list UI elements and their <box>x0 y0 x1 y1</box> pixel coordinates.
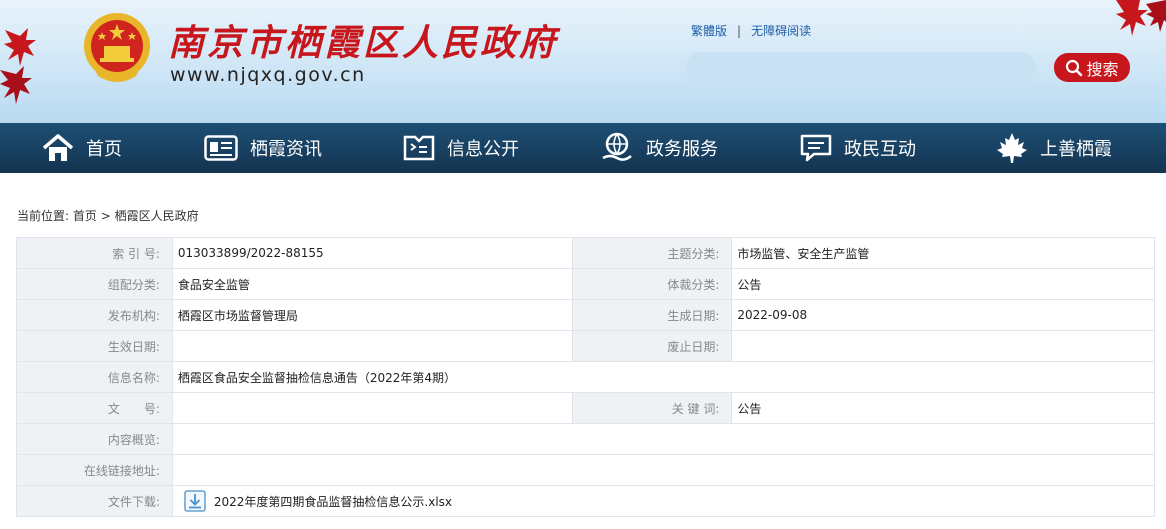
genre-label: 体裁分类: <box>571 268 733 300</box>
keyword-value: 公告 <box>731 392 1155 424</box>
expire-label: 废止日期: <box>571 330 733 362</box>
effective-value <box>171 330 573 362</box>
table-row: 信息名称: 栖霞区食品安全监督抽检信息通告（2022年第4期） <box>16 361 1156 393</box>
top-links: 繁體版 | 无障碍阅读 <box>691 22 811 39</box>
created-label: 生成日期: <box>571 299 733 331</box>
table-row: 发布机构: 栖霞区市场监督管理局 生成日期: 2022-09-08 <box>16 299 1155 331</box>
keyword-label: 关 键 词: <box>571 392 733 424</box>
nav-item-home[interactable]: 首页 <box>42 123 122 173</box>
home-icon <box>42 134 74 161</box>
metadata-table: 索 引 号: 013033899/2022-88155 主题分类: 市场监管、安… <box>16 237 1156 517</box>
table-row: 内容概览: <box>16 423 1156 455</box>
effective-label: 生效日期: <box>16 330 173 362</box>
publisher-value: 栖霞区市场监督管理局 <box>171 299 573 331</box>
national-emblem-icon <box>84 13 150 82</box>
nav-item-services[interactable]: 政务服务 <box>600 123 718 173</box>
nav-item-label: 首页 <box>86 139 122 160</box>
download-icon <box>184 490 206 512</box>
breadcrumb-home[interactable]: 首页 <box>73 209 97 223</box>
genre-value: 公告 <box>731 268 1155 300</box>
nav-item-label: 栖霞资讯 <box>250 139 322 160</box>
publisher-label: 发布机构: <box>16 299 173 331</box>
search-input[interactable] <box>686 52 1036 82</box>
nav-item-interaction[interactable]: 政民互动 <box>800 123 916 173</box>
search-button[interactable]: 搜索 <box>1054 53 1130 82</box>
summary-label: 内容概览: <box>16 423 173 455</box>
nav-item-label: 政务服务 <box>646 139 718 160</box>
nav-item-shangshan[interactable]: 上善栖霞 <box>996 123 1112 173</box>
table-row: 组配分类: 食品安全监管 体裁分类: 公告 <box>16 268 1155 300</box>
download-cell: 2022年度第四期食品监督抽检信息公示.xlsx <box>171 485 1156 517</box>
breadcrumb: 当前位置: 首页 > 栖霞区人民政府 <box>17 207 199 224</box>
expire-value <box>731 330 1155 362</box>
nav-item-label: 政民互动 <box>844 139 916 160</box>
topic-value: 市场监管、安全生产监管 <box>731 237 1155 269</box>
table-row: 文件下载: 2022年度第四期食品监督抽检信息公示.xlsx <box>16 485 1156 517</box>
online-link-value <box>171 454 1156 486</box>
search-icon <box>1066 59 1083 76</box>
nav-item-disclosure[interactable]: 信息公开 <box>403 123 519 173</box>
index-value: 013033899/2022-88155 <box>171 237 573 269</box>
org-value: 食品安全监管 <box>171 268 573 300</box>
site-url: www.njqxq.gov.cn <box>170 64 366 86</box>
search-button-label: 搜索 <box>1086 59 1119 79</box>
site-title: 南京市栖霞区人民政府 <box>168 22 559 64</box>
table-row: 在线链接地址: <box>16 454 1156 486</box>
docno-value <box>171 392 573 424</box>
name-value: 栖霞区食品安全监督抽检信息通告（2022年第4期） <box>171 361 1156 393</box>
news-icon <box>204 135 238 161</box>
site-header: 南京市栖霞区人民政府 www.njqxq.gov.cn 繁體版 | 无障碍阅读 搜索 <box>0 0 1166 123</box>
name-label: 信息名称: <box>16 361 173 393</box>
nav-item-label: 上善栖霞 <box>1040 139 1112 160</box>
table-row: 生效日期: 废止日期: <box>16 330 1155 362</box>
link-separator: | <box>737 24 742 38</box>
org-label: 组配分类: <box>16 268 173 300</box>
nav-item-label: 信息公开 <box>447 139 519 160</box>
download-file-name: 2022年度第四期食品监督抽检信息公示.xlsx <box>213 494 453 509</box>
main-nav: 首页 栖霞资讯 信息公开 政务服务 政民互动 上善栖霞 <box>0 123 1166 173</box>
index-label: 索 引 号: <box>16 237 173 269</box>
table-row: 索 引 号: 013033899/2022-88155 主题分类: 市场监管、安… <box>16 237 1155 269</box>
chat-icon <box>800 134 832 162</box>
accessible-reading-link[interactable]: 无障碍阅读 <box>751 24 811 38</box>
created-value: 2022-09-08 <box>731 299 1155 331</box>
online-link-label: 在线链接地址: <box>16 454 173 486</box>
table-row: 文 号: 关 键 词: 公告 <box>16 392 1155 424</box>
document-icon <box>403 135 435 161</box>
nav-item-news[interactable]: 栖霞资讯 <box>204 123 322 173</box>
maple-leaves-decoration <box>0 28 36 104</box>
breadcrumb-current[interactable]: 栖霞区人民政府 <box>115 209 199 223</box>
topic-label: 主题分类: <box>571 237 733 269</box>
maple-leaf-icon <box>997 133 1027 163</box>
summary-value <box>171 423 1156 455</box>
docno-label: 文 号: <box>16 392 173 424</box>
service-icon <box>602 132 632 161</box>
maple-leaves-decoration <box>1116 0 1166 36</box>
breadcrumb-prefix: 当前位置: <box>17 209 70 223</box>
breadcrumb-separator: > <box>100 209 111 223</box>
download-label: 文件下载: <box>16 485 173 517</box>
file-download-link[interactable]: 2022年度第四期食品监督抽检信息公示.xlsx <box>178 490 1149 512</box>
traditional-chinese-link[interactable]: 繁體版 <box>691 24 727 38</box>
